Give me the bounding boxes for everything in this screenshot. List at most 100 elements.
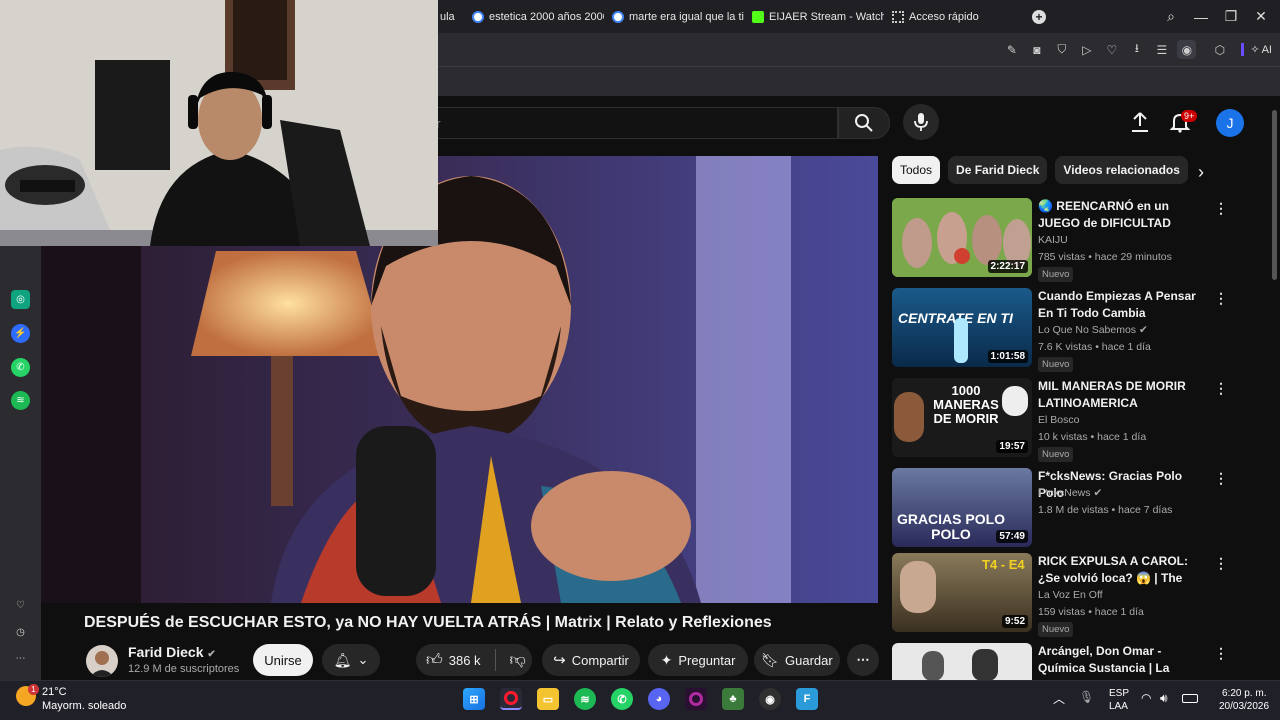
- grid-icon: [892, 10, 904, 23]
- video-meta: 7.6 K vistas • hace 1 día: [1038, 341, 1151, 353]
- weather-widget[interactable]: 1: [16, 684, 39, 708]
- windows-start-icon[interactable]: ⊞: [463, 688, 485, 710]
- share-button[interactable]: ↪ Compartir: [542, 644, 640, 676]
- more-options-icon[interactable]: ⋮: [1214, 645, 1228, 662]
- channel-name: El Bosco: [1038, 414, 1080, 426]
- messenger-icon[interactable]: ⚡: [11, 324, 30, 343]
- search-button[interactable]: [838, 107, 890, 139]
- battery-icon[interactable]: [1182, 694, 1198, 703]
- chips-next-button[interactable]: ›: [1198, 162, 1204, 183]
- app-f-icon[interactable]: F: [796, 688, 818, 710]
- tab-4[interactable]: EIJAER Stream - Watch Liv: [744, 0, 884, 33]
- more-options-icon[interactable]: ⋮: [1214, 380, 1228, 397]
- dislike-button[interactable]: 👎︎: [510, 651, 526, 670]
- recommendation-item[interactable]: GRACIAS POLO POLO 57:49 F*cksNews: Graci…: [892, 468, 1262, 552]
- discord-icon[interactable]: ◕: [648, 688, 670, 710]
- recommendation-item[interactable]: CENTRATE EN TI 1:01:58 Cuando Empiezas A…: [892, 288, 1262, 372]
- video-duration: 57:49: [996, 530, 1028, 543]
- tray-overflow-icon[interactable]: ︿: [1053, 690, 1065, 707]
- channel-name: F*cksNews ✔: [1038, 487, 1102, 499]
- like-button[interactable]: 👍︎ 386 k: [426, 651, 481, 670]
- close-icon: ✕: [1255, 8, 1267, 24]
- tab-2[interactable]: estetica 2000 años 2000s: [464, 0, 604, 33]
- weather-badge: 1: [28, 684, 39, 695]
- language-indicator[interactable]: ESP: [1109, 688, 1129, 699]
- chip-from-channel[interactable]: De Farid Dieck: [948, 156, 1048, 184]
- tab-quick-access[interactable]: Acceso rápido: [884, 0, 1024, 33]
- account-avatar[interactable]: J: [1216, 109, 1244, 137]
- menu-icon[interactable]: ☰: [1152, 40, 1171, 59]
- play-icon[interactable]: ▷: [1077, 40, 1096, 59]
- download-icon[interactable]: ⭳: [1127, 40, 1146, 59]
- maximize-button[interactable]: ❐: [1216, 8, 1246, 25]
- app-icon[interactable]: ♣: [722, 688, 744, 710]
- microphone-tray-icon[interactable]: 🎙︎: [1079, 690, 1094, 704]
- chatgpt-icon[interactable]: ◎: [11, 290, 30, 309]
- channel-name[interactable]: Farid Dieck ✔: [128, 644, 216, 660]
- search-input[interactable]: ar: [420, 107, 838, 139]
- scrollbar-thumb[interactable]: [1272, 110, 1277, 280]
- sparkle-icon: ✧: [1250, 44, 1260, 56]
- search-icon: [855, 114, 873, 132]
- search-tabs-button[interactable]: ⌕: [1156, 8, 1186, 25]
- channel-avatar[interactable]: [86, 645, 118, 677]
- opera-icon[interactable]: [500, 688, 522, 710]
- video-meta: 785 vistas • hace 29 minutos: [1038, 251, 1172, 263]
- clock-date[interactable]: 20/03/2026: [1219, 701, 1269, 712]
- ask-button[interactable]: ✦ Preguntar: [648, 644, 748, 676]
- video-title: Arcángel, Don Omar - Química Sustancia |…: [1038, 644, 1170, 675]
- close-button[interactable]: ✕: [1246, 8, 1276, 25]
- more-icon[interactable]: ⋯: [11, 649, 30, 668]
- camera-icon[interactable]: ◙: [1027, 40, 1046, 59]
- chip-related[interactable]: Videos relacionados: [1055, 156, 1188, 184]
- shield-icon[interactable]: ⛉: [1052, 40, 1071, 59]
- opera-gx-icon[interactable]: [685, 688, 707, 710]
- obs-icon[interactable]: ◉: [759, 688, 781, 710]
- clock-time[interactable]: 6:20 p. m.: [1222, 688, 1266, 699]
- more-actions-button[interactable]: ⋯: [847, 644, 879, 676]
- file-explorer-icon[interactable]: ▭: [537, 688, 559, 710]
- edit-icon[interactable]: ✎: [1002, 40, 1021, 59]
- profile-icon[interactable]: ◉: [1177, 40, 1197, 59]
- recommendation-item[interactable]: T4 - E4 9:52 RICK EXPULSA A CAROL: ¿Se v…: [892, 553, 1262, 637]
- minimize-button[interactable]: —: [1186, 9, 1216, 25]
- join-button[interactable]: Unirse: [253, 644, 313, 676]
- history-icon[interactable]: ◷: [11, 623, 30, 642]
- spotify-icon[interactable]: ≋: [574, 688, 596, 710]
- voice-search-button[interactable]: [903, 104, 939, 140]
- new-badge: Nuevo: [1038, 357, 1074, 372]
- bookmark-icon: 🔖︎: [761, 651, 780, 668]
- tab-1[interactable]: ula: [438, 0, 464, 33]
- recommendation-item[interactable]: Arcángel, Don Omar - Química Sustancia |…: [892, 643, 1262, 680]
- search-icon: ⌕: [1167, 8, 1175, 24]
- recommendation-item[interactable]: 2:22:17 🌏 REENCARNÓ en un JUEGO de DIFIC…: [892, 198, 1262, 282]
- heart-icon[interactable]: ♡: [1102, 40, 1121, 59]
- cube-icon[interactable]: ⬡: [1210, 40, 1229, 59]
- more-options-icon[interactable]: ⋮: [1214, 555, 1228, 572]
- ai-button[interactable]: ✧ AI: [1241, 43, 1272, 56]
- webcam-frame: [0, 0, 438, 246]
- new-badge: Nuevo: [1038, 622, 1074, 637]
- heart-icon[interactable]: ♡: [11, 596, 30, 615]
- wifi-icon[interactable]: ◠: [1141, 691, 1151, 705]
- save-button[interactable]: 🔖︎ Guardar: [754, 644, 840, 676]
- recommendation-item[interactable]: 1000 MANERAS DE MORIR 19:57 MIL MANERAS …: [892, 378, 1262, 462]
- more-options-icon[interactable]: ⋮: [1214, 290, 1228, 307]
- upload-button[interactable]: [1128, 110, 1152, 134]
- new-tab-button[interactable]: +: [1024, 9, 1054, 24]
- more-options-icon[interactable]: ⋮: [1214, 200, 1228, 217]
- volume-icon[interactable]: 🔊︎: [1160, 691, 1168, 706]
- tab-3[interactable]: marte era igual que la tier: [604, 0, 744, 33]
- video-meta: 1.8 M de vistas • hace 7 días: [1038, 504, 1173, 516]
- video-duration: 1:01:58: [987, 350, 1028, 363]
- spotify-icon[interactable]: ≋: [11, 391, 30, 410]
- video-thumbnail: CENTRATE EN TI 1:01:58: [892, 288, 1032, 367]
- more-options-icon[interactable]: ⋮: [1214, 470, 1228, 487]
- whatsapp-icon[interactable]: ✆: [11, 358, 30, 377]
- keyboard-layout[interactable]: LAA: [1109, 701, 1128, 712]
- whatsapp-icon[interactable]: ✆: [611, 688, 633, 710]
- new-badge: Nuevo: [1038, 447, 1074, 462]
- share-icon: ↪: [553, 652, 566, 669]
- chip-all[interactable]: Todos: [892, 156, 941, 184]
- notifications-dropdown[interactable]: 🔔︎ ⌄: [322, 644, 380, 676]
